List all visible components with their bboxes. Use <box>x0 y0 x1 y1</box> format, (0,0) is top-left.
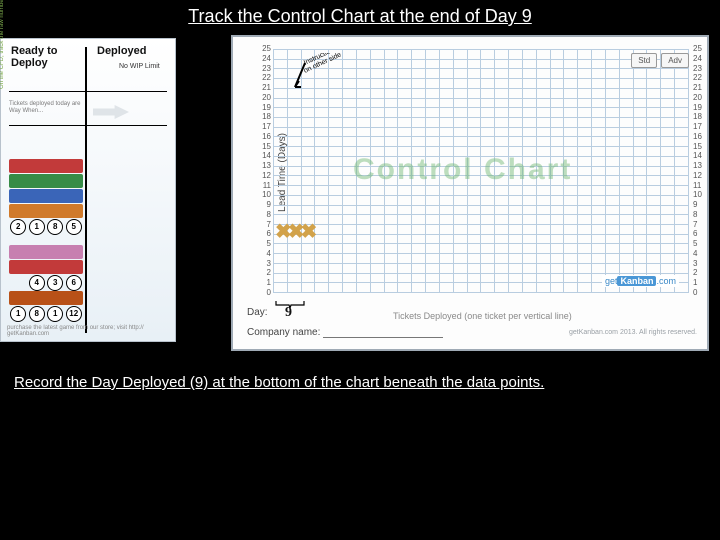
brand: getKanban.com <box>602 275 679 287</box>
day-value: 9 <box>285 305 292 321</box>
numrow-1: 2 1 8 5 <box>9 219 83 235</box>
day-label: Day: <box>247 307 268 318</box>
data-points: ✖ ✖ ✖ <box>275 219 313 244</box>
chart-buttons: Std Adv <box>631 53 689 68</box>
title: Track the Control Chart at the end of Da… <box>0 6 720 27</box>
control-chart: Lead Time (Days) 01234567891011121314151… <box>231 35 709 351</box>
copyright: getKanban.com 2013. All rights reserved. <box>569 329 697 336</box>
tickets-note: Tickets Deployed (one ticket per vertica… <box>393 311 572 321</box>
col-header-deployed: Deployed <box>97 45 147 57</box>
arrow-label: Tickets deployed today are Way When... <box>9 101 83 114</box>
slide: Track the Control Chart at the end of Da… <box>0 0 720 540</box>
card-block-3: 1 8 1 12 <box>9 291 83 322</box>
wip-label: No WIP Limit <box>119 63 160 70</box>
board-side-note-1: On the CFD, track the raw number of tick… <box>0 0 5 89</box>
numrow-2: 4 3 6 <box>9 275 83 291</box>
board-divider <box>85 47 87 333</box>
board-footer: purchase the latest game from our store;… <box>7 325 175 337</box>
arrow-icon <box>93 105 129 119</box>
std-button[interactable]: Std <box>631 53 657 68</box>
card-block-2: 4 3 6 <box>9 245 83 291</box>
company-field: Company name: <box>247 327 443 338</box>
kanban-board: Ready to Deploy Deployed No WIP Limit Ti… <box>0 38 176 342</box>
adv-button[interactable]: Adv <box>661 53 689 68</box>
hr2 <box>9 125 167 126</box>
numrow-3: 1 8 1 12 <box>9 306 83 322</box>
card-block-1: 2 1 8 5 <box>9 159 83 235</box>
footer-note: Record the Day Deployed (9) at the botto… <box>14 374 544 391</box>
col-header-ready: Ready to Deploy <box>11 45 57 69</box>
cross-icon: ✖ <box>301 219 318 244</box>
instruction-arrow: Instructions on other side <box>287 53 343 93</box>
bracket-icon <box>275 295 305 303</box>
hr <box>9 91 167 92</box>
